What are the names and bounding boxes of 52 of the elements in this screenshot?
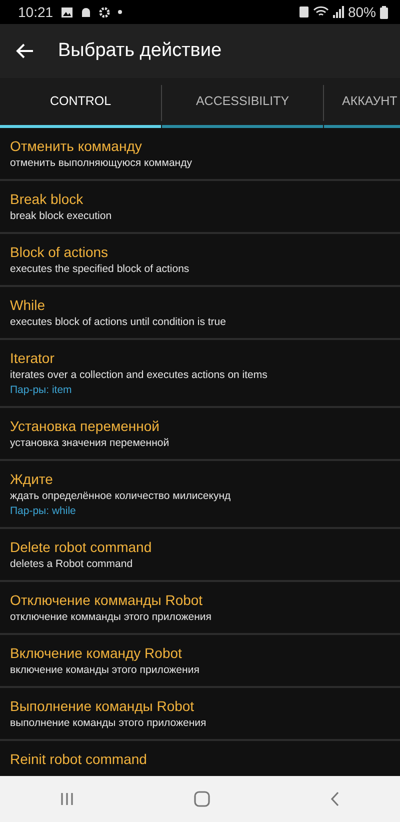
screen-title: Выбрать действие [58, 38, 222, 63]
action-description: executes the specified block of actions [10, 262, 190, 277]
action-item[interactable]: Установка переменной установка значения переменной [0, 408, 400, 461]
action-title: Отменить комманду [10, 137, 143, 156]
action-title: While [10, 296, 46, 315]
signal-icon [332, 6, 344, 18]
action-params: Пар-ры: while [10, 504, 77, 519]
action-item[interactable]: Break block break block execution [0, 181, 400, 234]
action-title: Delete robot command [10, 538, 153, 557]
action-item[interactable]: Block of actions executes the specified block of actions [0, 234, 400, 287]
action-description: iterates over a collection and executes actions on items [10, 368, 268, 383]
action-title: Выполнение команды Robot [10, 697, 196, 716]
android-icon [81, 6, 92, 18]
battery-saver-icon [298, 6, 309, 18]
action-title: Block of actions [10, 243, 110, 262]
action-item[interactable]: Отменить комманду отменить выполняющуюся комманду [0, 128, 400, 181]
back-arrow-icon [16, 43, 34, 59]
action-title: Reinit robot command [10, 750, 148, 769]
action-description: установка значения переменной [10, 436, 170, 451]
action-description: ждать определённое количество милисекунд [10, 489, 232, 504]
action-item[interactable]: While executes block of actions until condition is true [0, 287, 400, 340]
action-description: выполнение команды этого приложения [10, 716, 208, 731]
battery-icon [380, 6, 388, 18]
clock: 10:21 [18, 2, 54, 22]
action-item[interactable]: Ждите ждать определённое количество милисекунд Пар-ры: while [0, 461, 400, 529]
action-item[interactable]: Delete robot command deletes a Robot command [0, 529, 400, 582]
action-title: Отключение комманды Robot [10, 591, 204, 610]
home-button[interactable] [194, 791, 210, 807]
action-params: Пар-ры: item [10, 383, 73, 398]
battery-level: 80% [348, 2, 376, 22]
action-description: executes block of actions until condition is true [10, 315, 227, 330]
action-description: break block execution [10, 209, 113, 224]
action-title: Установка переменной [10, 417, 160, 436]
dot-icon [118, 10, 122, 14]
back-button[interactable] [16, 43, 34, 59]
image-icon [61, 6, 74, 18]
action-item[interactable]: Выполнение команды Robot выполнение команды этого приложения [0, 688, 400, 741]
action-description: включение команды этого приложения [10, 663, 200, 678]
back-nav-button[interactable] [330, 791, 340, 807]
action-item[interactable]: Iterator iterates over a collection and executes actions on items Пар-ры: item [0, 340, 400, 408]
action-item[interactable]: Включение команду Robot включение команды этого приложения [0, 635, 400, 688]
wifi-icon [312, 6, 329, 18]
action-description: deletes a Robot command [10, 557, 134, 572]
action-title: Включение команду Robot [10, 644, 183, 663]
action-description: отменить выполняющуюся комманду [10, 156, 193, 171]
action-description: отключение комманды этого приложения [10, 610, 212, 625]
action-item[interactable]: Отключение комманды Robot отключение комманды этого приложения [0, 582, 400, 635]
action-title: Ждите [10, 470, 54, 489]
action-title: Iterator [10, 349, 56, 368]
recent-apps-button[interactable] [60, 792, 74, 806]
action-title: Break block [10, 190, 84, 209]
gear-icon [99, 6, 110, 18]
